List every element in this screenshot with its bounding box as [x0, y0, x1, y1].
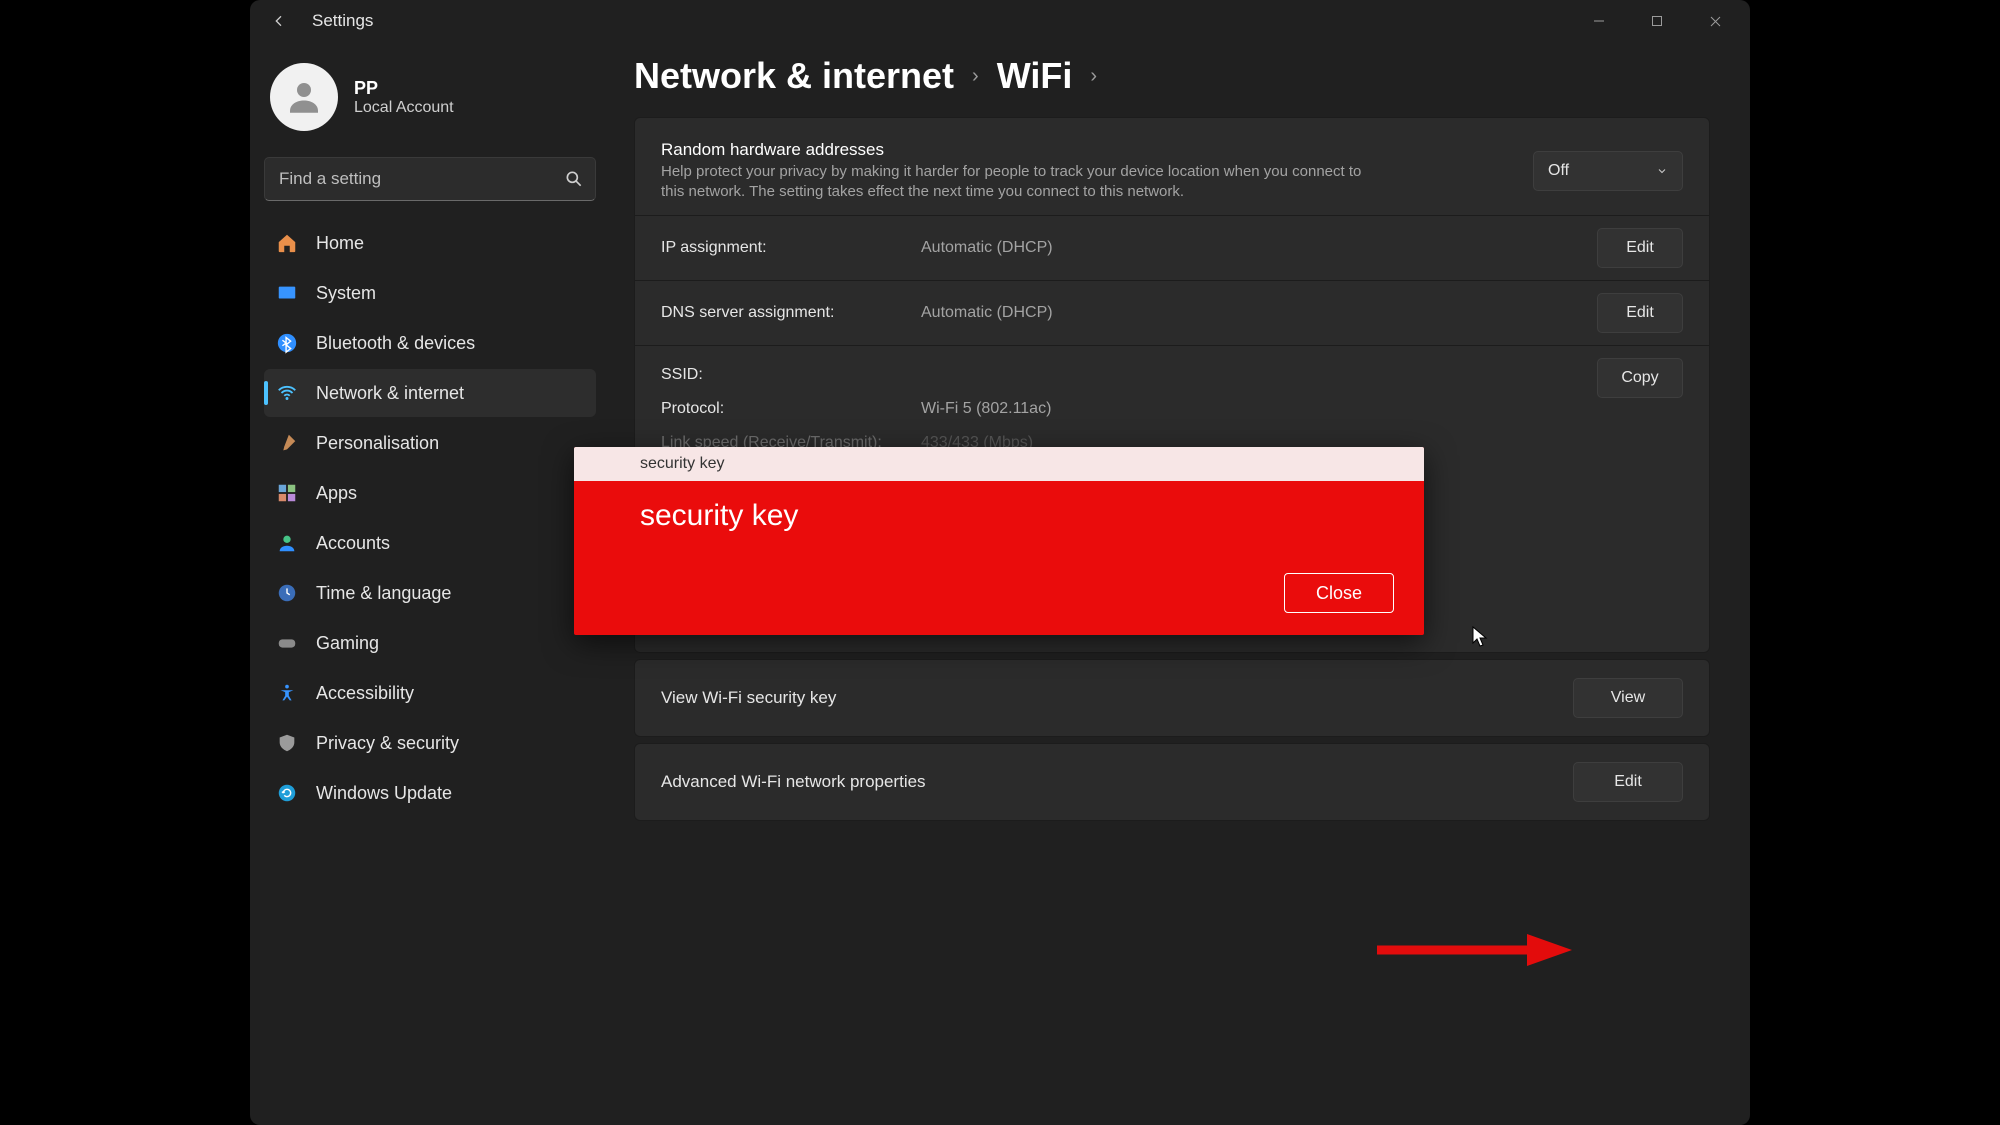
protocol-value: Wi-Fi 5 (802.11ac) [921, 400, 1597, 418]
gamepad-icon [276, 632, 298, 654]
profile-sub: Local Account [354, 99, 454, 117]
sidebar-item-bluetooth[interactable]: Bluetooth & devices [264, 319, 596, 367]
update-icon [276, 782, 298, 804]
sidebar-item-privacy[interactable]: Privacy & security [264, 719, 596, 767]
advanced-label: Advanced Wi-Fi network properties [661, 772, 926, 792]
view-button[interactable]: View [1573, 678, 1683, 718]
sidebar-item-label: Bluetooth & devices [316, 333, 475, 354]
sidebar-item-accessibility[interactable]: Accessibility [264, 669, 596, 717]
dialog-title: security key [574, 447, 1424, 481]
back-button[interactable] [264, 6, 294, 36]
dropdown-value: Off [1548, 162, 1569, 180]
sidebar-item-system[interactable]: System [264, 269, 596, 317]
accessibility-icon [276, 682, 298, 704]
random-hw-dropdown[interactable]: Off [1533, 151, 1683, 191]
advanced-edit-button[interactable]: Edit [1573, 762, 1683, 802]
breadcrumb: Network & internet › WiFi › [634, 55, 1710, 97]
settings-window: Settings PP Local Account [250, 0, 1750, 1125]
sidebar-item-update[interactable]: Windows Update [264, 769, 596, 817]
profile-block[interactable]: PP Local Account [264, 55, 596, 149]
brush-icon [276, 432, 298, 454]
dialog-heading: security key [640, 499, 1394, 533]
chevron-right-icon: › [972, 65, 979, 88]
minimize-button[interactable] [1570, 4, 1628, 39]
sidebar-item-label: Windows Update [316, 783, 452, 804]
annotation-arrow-icon [1372, 930, 1572, 970]
dns-edit-button[interactable]: Edit [1597, 293, 1683, 333]
avatar [270, 63, 338, 131]
system-icon [276, 282, 298, 304]
dialog-close-button[interactable]: Close [1284, 573, 1394, 613]
ip-label: IP assignment: [661, 239, 921, 257]
close-button[interactable] [1686, 4, 1744, 39]
copy-button[interactable]: Copy [1597, 358, 1683, 398]
dns-label: DNS server assignment: [661, 304, 921, 322]
chevron-right-icon: › [1090, 65, 1097, 88]
sidebar-item-label: Personalisation [316, 433, 439, 454]
window-title: Settings [312, 11, 373, 31]
sidebar-item-accounts[interactable]: Accounts [264, 519, 596, 567]
profile-name: PP [354, 78, 454, 99]
sidebar-item-personalisation[interactable]: Personalisation [264, 419, 596, 467]
random-hw-desc: Help protect your privacy by making it h… [661, 162, 1381, 203]
sidebar-item-label: Home [316, 233, 364, 254]
ssid-label: SSID: [661, 366, 921, 384]
search-icon [564, 169, 584, 189]
sidebar-item-label: Time & language [316, 583, 451, 604]
bluetooth-icon [276, 332, 298, 354]
security-key-dialog: security key security key Close [574, 447, 1424, 635]
sidebar-item-label: Accounts [316, 533, 390, 554]
clock-icon [276, 582, 298, 604]
person-icon [276, 532, 298, 554]
ip-value: Automatic (DHCP) [921, 239, 1597, 257]
shield-icon [276, 732, 298, 754]
sidebar-item-label: Network & internet [316, 383, 464, 404]
protocol-label: Protocol: [661, 400, 921, 418]
sidebar-item-label: Gaming [316, 633, 379, 654]
search-input[interactable] [264, 157, 596, 201]
sidebar-item-label: Accessibility [316, 683, 414, 704]
sidebar: PP Local Account Home System [250, 55, 610, 1125]
breadcrumb-leaf[interactable]: WiFi [997, 55, 1073, 97]
sidebar-item-label: System [316, 283, 376, 304]
ip-edit-button[interactable]: Edit [1597, 228, 1683, 268]
sidebar-item-time[interactable]: Time & language [264, 569, 596, 617]
view-key-label: View Wi-Fi security key [661, 688, 836, 708]
titlebar: Settings [250, 0, 1750, 42]
sidebar-item-network[interactable]: Network & internet [264, 369, 596, 417]
home-icon [276, 232, 298, 254]
apps-icon [276, 482, 298, 504]
breadcrumb-root[interactable]: Network & internet [634, 55, 954, 97]
sidebar-item-apps[interactable]: Apps [264, 469, 596, 517]
sidebar-item-home[interactable]: Home [264, 219, 596, 267]
mouse-cursor-icon [1472, 626, 1488, 648]
chevron-down-icon [1656, 165, 1668, 177]
search-field[interactable] [264, 157, 596, 201]
random-hw-title: Random hardware addresses [661, 140, 1533, 160]
sidebar-item-gaming[interactable]: Gaming [264, 619, 596, 667]
dns-value: Automatic (DHCP) [921, 304, 1597, 322]
sidebar-item-label: Privacy & security [316, 733, 459, 754]
maximize-button[interactable] [1628, 4, 1686, 39]
wifi-icon [276, 382, 298, 404]
sidebar-item-label: Apps [316, 483, 357, 504]
view-security-key-card: View Wi-Fi security key View [634, 659, 1710, 737]
advanced-properties-card: Advanced Wi-Fi network properties Edit [634, 743, 1710, 821]
